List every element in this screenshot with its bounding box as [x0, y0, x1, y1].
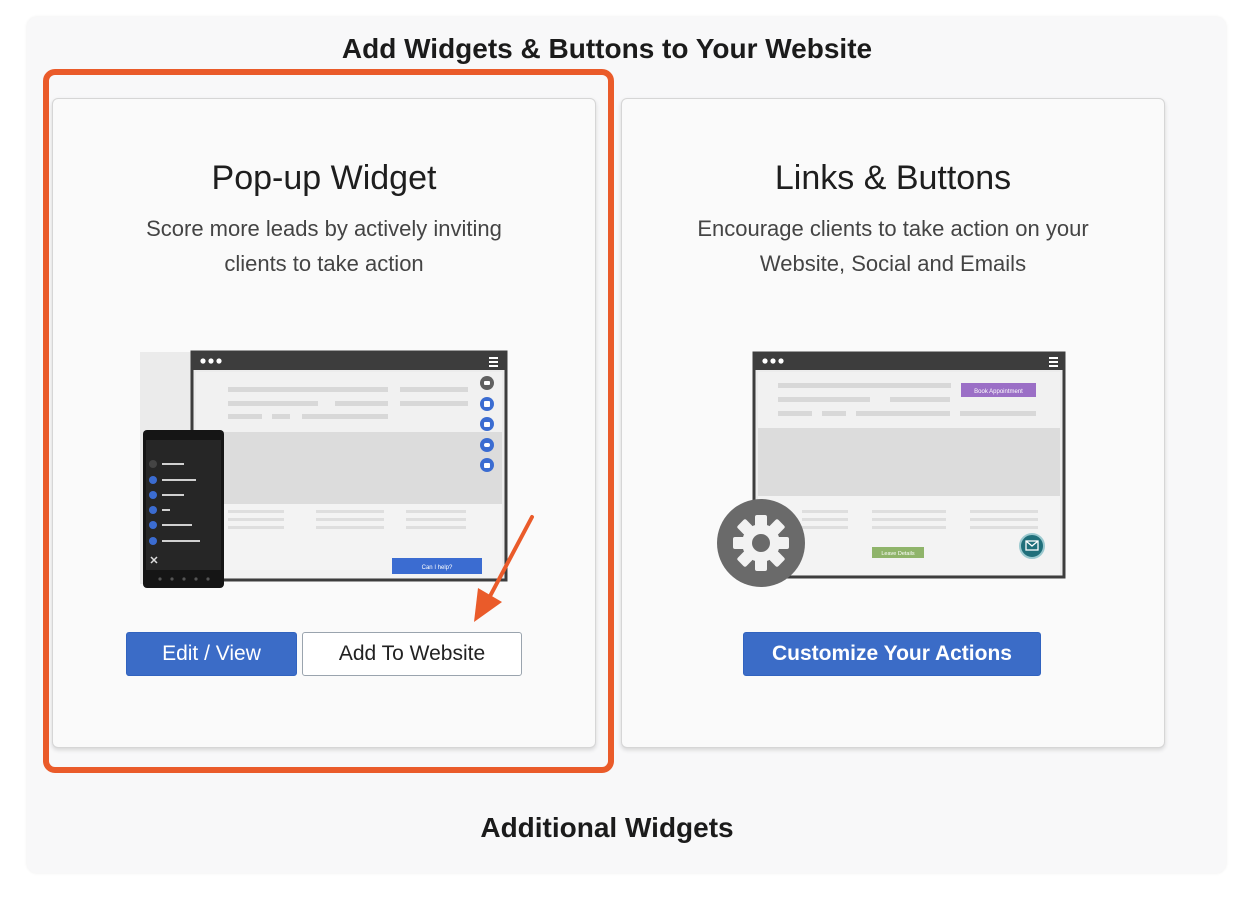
links-buttons-description: Encourage clients to take action on your… [697, 216, 1089, 276]
page-title: Add Widgets & Buttons to Your Website [341, 33, 873, 64]
add-to-website-button[interactable]: Add To Website [302, 632, 522, 676]
popup-widget-title: Pop-up Widget [211, 159, 437, 197]
leave-details-label: Leave Details [881, 551, 915, 557]
help-button-label: Can I help? [422, 565, 453, 571]
popup-widget-description: Score more leads by actively inviting cl… [146, 216, 502, 276]
links-buttons-illustration: Book Appointment Leave Details [717, 351, 1066, 587]
customize-actions-button[interactable]: Customize Your Actions [743, 632, 1041, 676]
book-appointment-label: Book Appointment [974, 389, 1023, 395]
additional-widgets-title: Additional Widgets [480, 812, 734, 843]
popup-widget-illustration: Can I help? [140, 350, 508, 588]
links-buttons-title: Links & Buttons [774, 159, 1012, 197]
arrow-annotation-icon [474, 515, 534, 622]
edit-view-button[interactable]: Edit / View [126, 632, 297, 676]
